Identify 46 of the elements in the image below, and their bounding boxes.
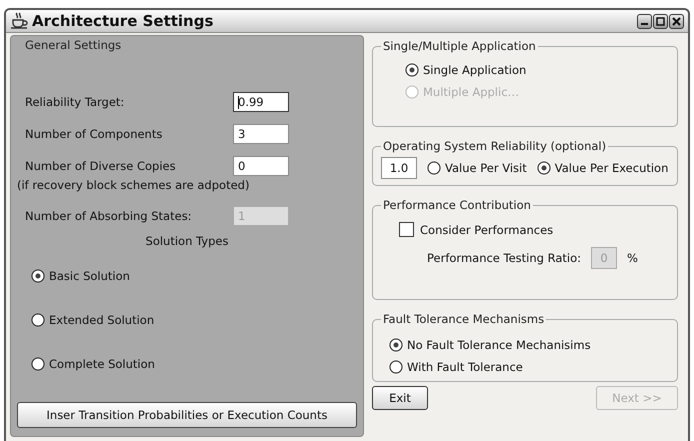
radio-button[interactable]: Single Application (405, 59, 526, 81)
group-title: Single/Multiple Application (382, 39, 537, 53)
radio-button[interactable]: With Fault Tolerance (389, 356, 523, 378)
checkbox-box[interactable] (399, 222, 414, 237)
radio-icon[interactable] (31, 313, 45, 327)
unit-label: % (627, 251, 638, 265)
maximize-button[interactable] (653, 14, 668, 28)
radio-button[interactable]: Basic Solution (31, 254, 130, 298)
field-label: Number of Absorbing States: (25, 209, 193, 223)
radio-icon[interactable] (405, 63, 419, 77)
maximize-icon (656, 16, 665, 26)
radio-icon[interactable] (427, 161, 441, 175)
window-title: Architecture Settings (32, 12, 214, 30)
group-title: Fault Tolerance Mechanisms (382, 312, 546, 326)
coffee-cup-icon (10, 12, 28, 30)
minimize-button[interactable] (637, 14, 652, 28)
radio-icon[interactable] (31, 357, 45, 371)
insert-button[interactable]: Inser Transition Probabilities or Execution Counts (17, 402, 357, 428)
radio-button[interactable]: Value Per Visit (427, 157, 527, 179)
radio-button[interactable]: Extended Solution (31, 298, 154, 342)
field-note: (if recovery block schemes are adpoted) (17, 178, 250, 192)
panel-title: General Settings (25, 38, 122, 52)
text-cursor (238, 96, 239, 108)
group-title: Performance Contribution (382, 198, 532, 212)
field-label: Number of Components (25, 127, 164, 141)
section-title: Solution Types (146, 234, 228, 248)
input-field[interactable]: 1.0 (381, 157, 417, 179)
radio-button[interactable]: Complete Solution (31, 342, 155, 386)
field-label: Number of Diverse Copies (25, 159, 177, 173)
radio-icon[interactable] (389, 360, 403, 374)
field-label: Performance Testing Ratio: (427, 251, 582, 265)
group-title: Operating System Reliability (optional) (382, 139, 608, 153)
radio-button[interactable]: No Fault Tolerance Mechanisims (389, 334, 591, 356)
radio-icon[interactable] (389, 338, 403, 352)
input-field[interactable]: 3 (233, 124, 289, 144)
dialog-button[interactable]: Exit (372, 386, 428, 410)
input-field[interactable]: 0 (233, 156, 289, 176)
close-icon (672, 16, 681, 26)
radio-icon[interactable] (536, 161, 551, 175)
checkbox[interactable]: Consider Performances (399, 222, 554, 237)
close-button[interactable] (669, 14, 684, 28)
radio-icon[interactable] (31, 269, 45, 283)
input-field[interactable]: 0.99 (233, 92, 289, 112)
minimize-icon (641, 22, 648, 24)
field-label: Reliability Target: (25, 95, 126, 109)
radio-button[interactable]: Value Per Execution (536, 157, 668, 179)
